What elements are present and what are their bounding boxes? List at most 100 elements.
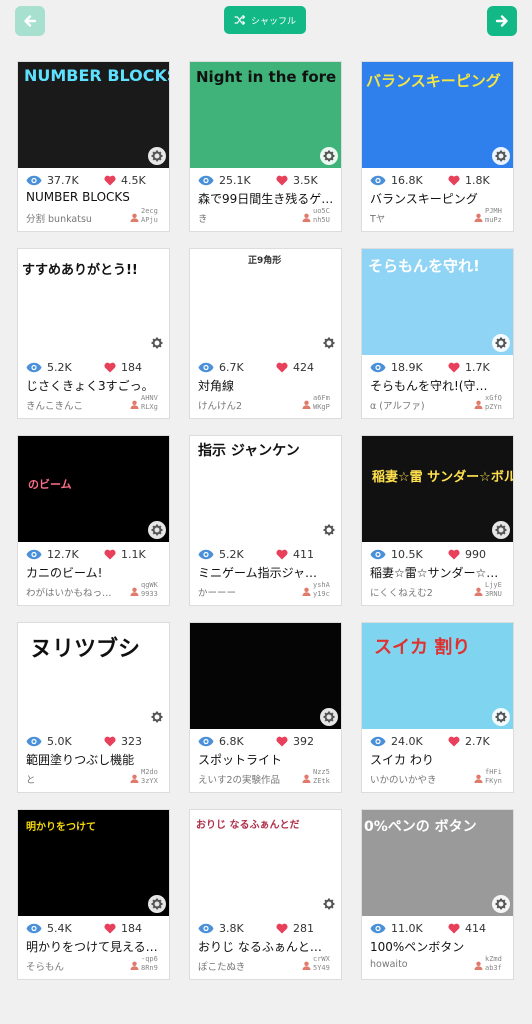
settings-gear-icon[interactable] — [148, 895, 166, 913]
settings-gear-icon[interactable] — [148, 521, 166, 539]
settings-gear-icon[interactable] — [492, 334, 510, 352]
project-title[interactable]: スイカ わり — [370, 751, 510, 768]
arrow-left-icon — [24, 15, 37, 27]
project-title[interactable]: おりじ なるふぁんと… — [198, 938, 338, 955]
project-card-10[interactable]: ヌリツブシ 5.0K 323 範囲塗りつぶし機能 と M2do 3zYX — [17, 622, 170, 793]
top-bar: シャッフル — [0, 0, 532, 42]
project-title[interactable]: NUMBER BLOCKS — [26, 190, 166, 204]
project-card-6[interactable]: そらもんを守れ! 18.9K 1.7K そらもんを守れ!(守… α (アルファ)… — [361, 248, 514, 419]
eye-icon — [198, 362, 214, 372]
project-card-3[interactable]: バランスキーピング 16.8K 1.8K バランスキーピング Tヤ PJMH m… — [361, 61, 514, 232]
settings-gear-icon[interactable] — [492, 708, 510, 726]
heart-icon — [104, 175, 116, 185]
stats-row: 5.0K 323 — [26, 734, 166, 748]
project-title[interactable]: 対角線 — [198, 377, 338, 394]
author-name[interactable]: howaito — [370, 959, 465, 970]
view-count: 5.4K — [47, 921, 72, 935]
project-thumbnail[interactable]: NUMBER BLOCKS 99 — [18, 62, 169, 168]
project-thumbnail[interactable]: おりじ なるふぁんとだ — [190, 810, 341, 916]
project-thumbnail[interactable]: のビーム — [18, 436, 169, 542]
settings-gear-icon[interactable] — [320, 708, 338, 726]
project-title[interactable]: ミニゲーム指示ジャ… — [198, 564, 338, 581]
settings-gear-icon[interactable] — [320, 521, 338, 539]
author-name[interactable]: α (アルファ) — [370, 398, 465, 412]
settings-gear-icon[interactable] — [320, 147, 338, 165]
project-card-12[interactable]: スイカ 割り 24.0K 2.7K スイカ わり いかのいかやき fHFi FK… — [361, 622, 514, 793]
view-count: 18.9K — [391, 360, 423, 374]
settings-gear-icon[interactable] — [320, 895, 338, 913]
author-name[interactable]: そらもん — [26, 959, 121, 973]
heart-icon — [104, 549, 116, 559]
project-card-2[interactable]: Night in the fore 25.1K 3.5K 森で99日間生き残るゲ… — [189, 61, 342, 232]
settings-gear-icon[interactable] — [148, 708, 166, 726]
user-avatar-icon — [130, 587, 139, 596]
project-title[interactable]: 森で99日間生き残るゲ… — [198, 190, 338, 207]
project-thumbnail[interactable]: Night in the fore — [190, 62, 341, 168]
project-card-13[interactable]: 明かりをつけて 5.4K 184 明かりをつけて見える… そらもん -qp6 8… — [17, 809, 170, 980]
project-thumbnail[interactable]: すすめありがとう!! — [18, 249, 169, 355]
project-thumbnail[interactable]: スイカ 割り — [362, 623, 513, 729]
project-thumbnail[interactable]: 明かりをつけて — [18, 810, 169, 916]
heart-icon — [276, 736, 288, 746]
project-thumbnail[interactable]: 指示 ジャンケン — [190, 436, 341, 542]
project-grid: NUMBER BLOCKS 99 37.7K 4.5K NUMBER BLOCK… — [17, 61, 514, 980]
settings-gear-icon[interactable] — [492, 895, 510, 913]
project-thumbnail[interactable] — [190, 623, 341, 729]
project-thumbnail[interactable]: バランスキーピング — [362, 62, 513, 168]
project-title[interactable]: じさくきょく3すごっ。 — [26, 377, 166, 394]
project-title[interactable]: バランスキーピング — [370, 190, 510, 207]
thumbnail-text: NUMBER BLOCKS 99 — [24, 66, 169, 85]
author-name[interactable]: きんこきんこ — [26, 398, 121, 412]
heart-icon — [276, 549, 288, 559]
project-thumbnail[interactable]: 0%ペンの ボタン — [362, 810, 513, 916]
project-card-15[interactable]: 0%ペンの ボタン 11.0K 414 100%ペンボタン howaito kZ… — [361, 809, 514, 980]
project-card-5[interactable]: 正9角形 6.7K 424 対角線 けんけん2 a6Fm WKgP — [189, 248, 342, 419]
view-count: 11.0K — [391, 921, 423, 935]
project-thumbnail[interactable]: 稲妻☆雷 サンダー☆ボルト — [362, 436, 513, 542]
author-name[interactable]: き — [198, 211, 293, 225]
project-card-11[interactable]: 6.8K 392 スポットライト えいす2の実験作品 Nzz5 ZEtk — [189, 622, 342, 793]
project-card-9[interactable]: 稲妻☆雷 サンダー☆ボルト 10.5K 990 稲妻☆雷☆サンダー☆… にくくね… — [361, 435, 514, 606]
author-name[interactable]: いかのいかやき — [370, 772, 465, 786]
author-name[interactable]: けんけん2 — [198, 398, 293, 412]
author-name[interactable]: かーーー — [198, 585, 293, 599]
settings-gear-icon[interactable] — [492, 521, 510, 539]
next-button[interactable] — [487, 6, 517, 36]
settings-gear-icon[interactable] — [148, 147, 166, 165]
previous-button[interactable] — [15, 6, 45, 36]
settings-gear-icon[interactable] — [320, 334, 338, 352]
author-name[interactable]: わがはいかもねっ… — [26, 585, 121, 599]
project-thumbnail[interactable]: ヌリツブシ — [18, 623, 169, 729]
project-title[interactable]: 明かりをつけて見える… — [26, 938, 166, 955]
project-card-1[interactable]: NUMBER BLOCKS 99 37.7K 4.5K NUMBER BLOCK… — [17, 61, 170, 232]
author-name[interactable]: ぽこたぬき — [198, 959, 293, 973]
like-count: 1.7K — [465, 360, 490, 374]
project-title[interactable]: 範囲塗りつぶし機能 — [26, 751, 166, 768]
user-avatar-icon — [302, 587, 311, 596]
project-thumbnail[interactable]: そらもんを守れ! — [362, 249, 513, 355]
eye-icon — [370, 175, 386, 185]
stats-row: 6.8K 392 — [198, 734, 338, 748]
author-name[interactable]: 分割 bunkatsu — [26, 211, 121, 225]
project-title[interactable]: 100%ペンボタン — [370, 938, 510, 955]
project-thumbnail[interactable]: 正9角形 — [190, 249, 341, 355]
project-title[interactable]: 稲妻☆雷☆サンダー☆… — [370, 564, 510, 581]
project-card-14[interactable]: おりじ なるふぁんとだ 3.8K 281 おりじ なるふぁんと… ぽこたぬき c… — [189, 809, 342, 980]
author-name[interactable]: Tヤ — [370, 211, 465, 225]
project-title[interactable]: カニのビーム! — [26, 564, 166, 581]
author-name[interactable]: にくくねえむ2 — [370, 585, 465, 599]
shuffle-button[interactable]: シャッフル — [224, 6, 306, 34]
thumbnail-text: スイカ 割り — [374, 637, 471, 658]
project-card-7[interactable]: のビーム 12.7K 1.1K カニのビーム! わがはいかもねっ… qgWK 9… — [17, 435, 170, 606]
project-title[interactable]: そらもんを守れ!(守… — [370, 377, 510, 394]
project-card-4[interactable]: すすめありがとう!! 5.2K 184 じさくきょく3すごっ。 きんこきんこ A… — [17, 248, 170, 419]
author-name[interactable]: と — [26, 772, 121, 786]
author-name[interactable]: えいす2の実験作品 — [198, 772, 293, 786]
project-title[interactable]: スポットライト — [198, 751, 338, 768]
project-card-8[interactable]: 指示 ジャンケン 5.2K 411 ミニゲーム指示ジャ… かーーー yshA y… — [189, 435, 342, 606]
settings-gear-icon[interactable] — [492, 147, 510, 165]
stats-row: 5.2K 411 — [198, 547, 338, 561]
eye-icon — [26, 923, 42, 933]
stats-row: 3.8K 281 — [198, 921, 338, 935]
settings-gear-icon[interactable] — [148, 334, 166, 352]
